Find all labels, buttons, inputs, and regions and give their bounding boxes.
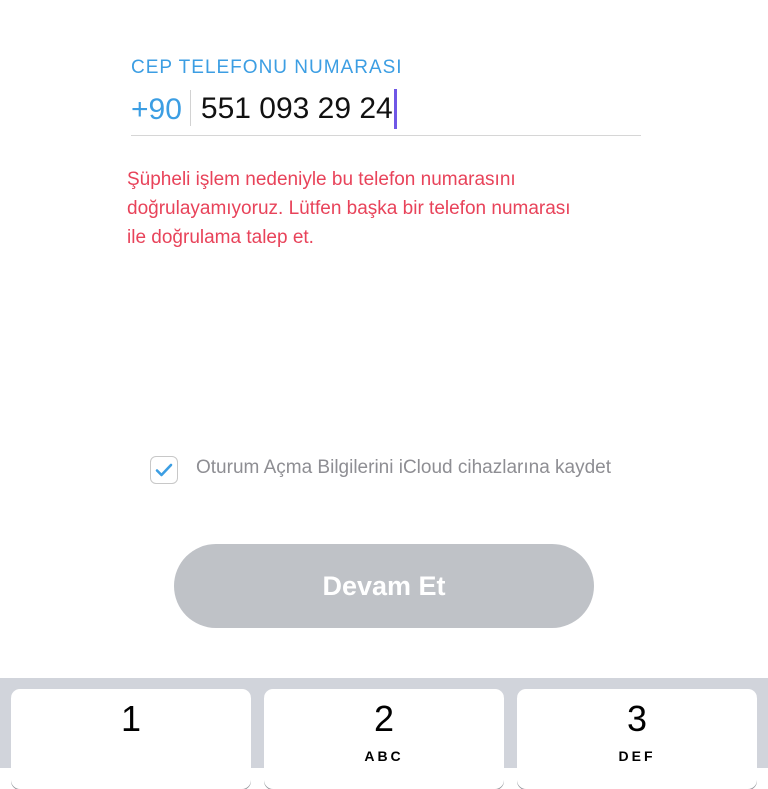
- phone-number-field[interactable]: +90 551 093 29 24: [131, 89, 641, 136]
- text-cursor: [393, 89, 397, 129]
- phone-number-label: CEP TELEFONU NUMARASI: [131, 57, 403, 78]
- remember-login-label: Oturum Açma Bilgilerini iCloud cihazları…: [196, 457, 612, 478]
- key-letters: DEF: [618, 748, 656, 764]
- phone-number-value: 551 093 29 24: [200, 92, 393, 125]
- remember-login-option[interactable]: Oturum Açma Bilgilerini iCloud cihazları…: [150, 453, 630, 484]
- keypad-key-2[interactable]: 2 ABC: [264, 689, 504, 789]
- key-number: 3: [626, 698, 648, 739]
- error-message: Şüpheli işlem nedeniyle bu telefon numar…: [127, 169, 571, 248]
- continue-button[interactable]: Devam Et: [174, 544, 594, 628]
- country-code-selector[interactable]: +90: [131, 90, 191, 126]
- key-number: 1: [120, 698, 142, 739]
- remember-login-checkbox[interactable]: [150, 456, 178, 484]
- phone-number-form: CEP TELEFONU NUMARASI +90 551 093 29 24: [131, 55, 641, 136]
- numeric-keypad: 1 2 ABC 3 DEF: [0, 678, 768, 789]
- keypad-key-3[interactable]: 3 DEF: [517, 689, 757, 789]
- key-letters: ABC: [364, 748, 404, 764]
- phone-number-input[interactable]: 551 093 29 24: [191, 89, 397, 129]
- checkmark-icon: [155, 463, 173, 477]
- keypad-key-1[interactable]: 1: [11, 689, 251, 789]
- key-number: 2: [373, 698, 395, 739]
